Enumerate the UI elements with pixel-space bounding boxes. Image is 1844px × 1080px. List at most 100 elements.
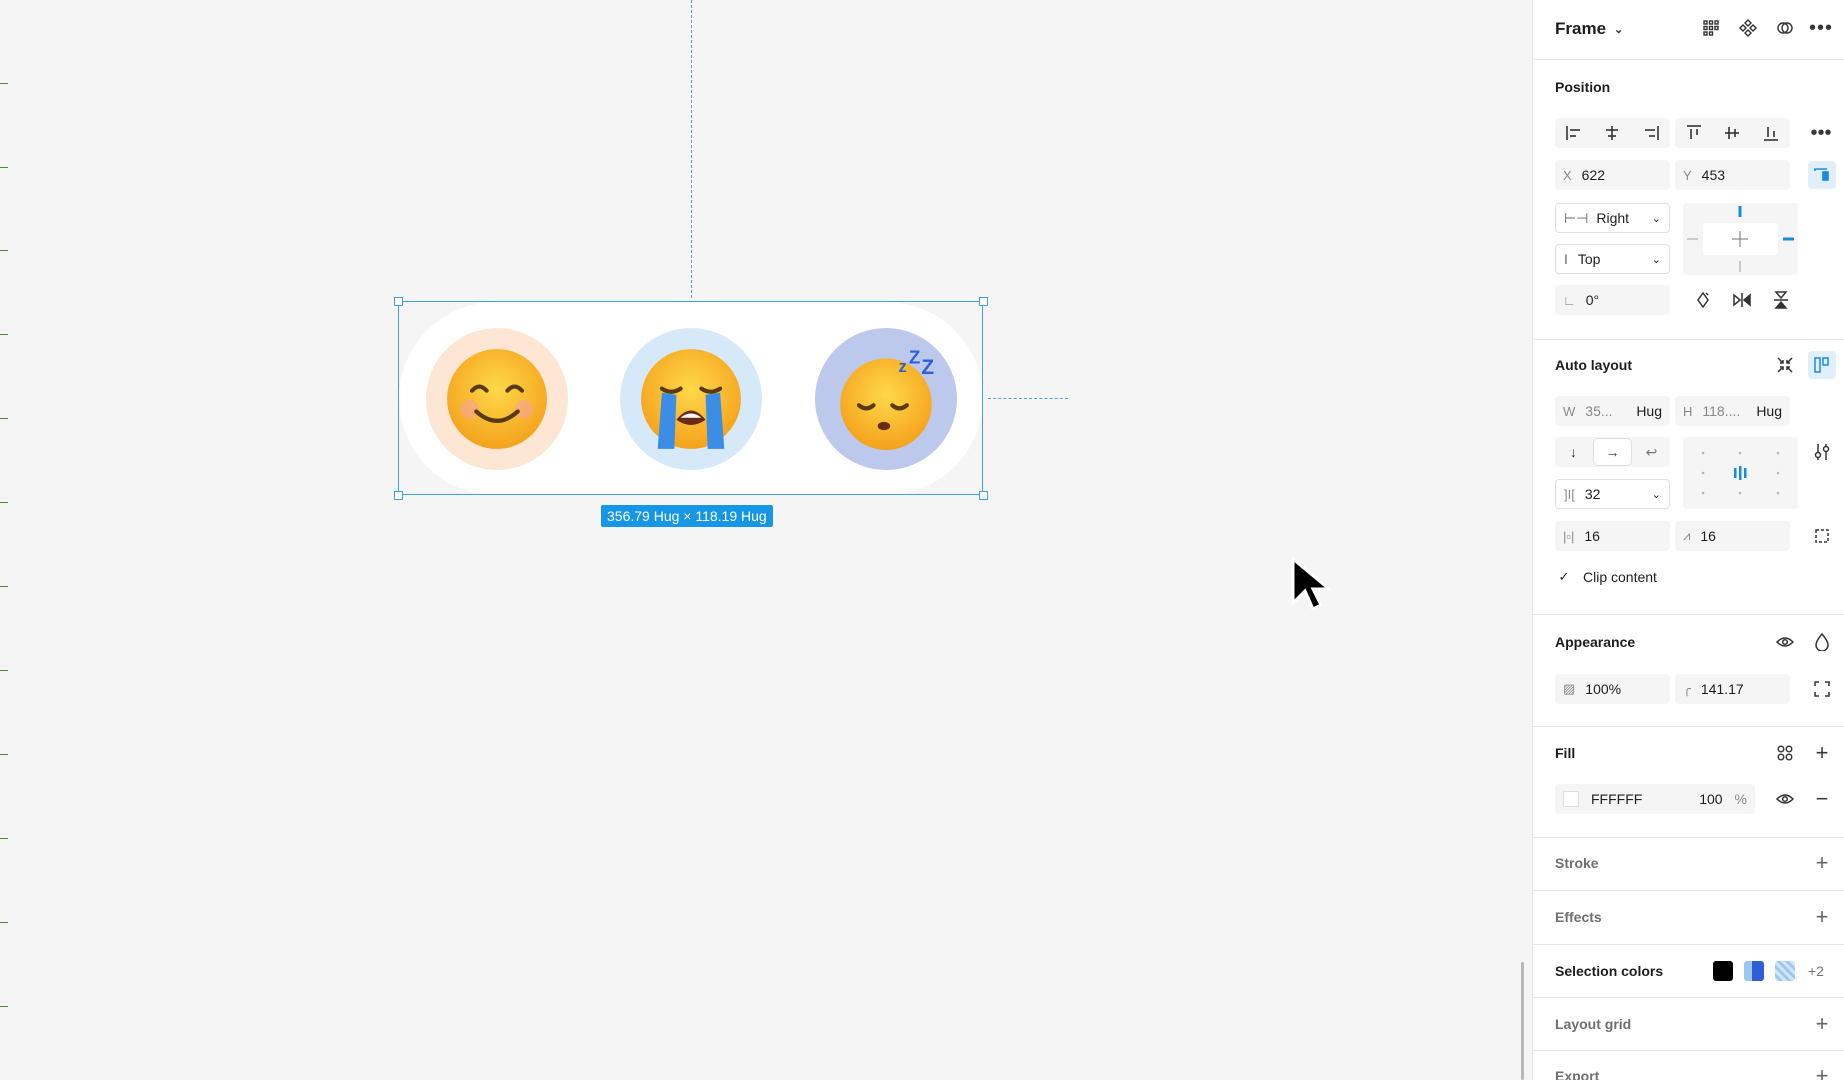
export-title: Export (1555, 1068, 1600, 1080)
fill-color-field[interactable]: FFFFFF 100 % (1555, 784, 1755, 814)
rotation-field[interactable]: ∟ 0° (1555, 285, 1670, 315)
wrap-icon[interactable]: ↩ (1633, 437, 1670, 467)
horizontal-constraint-icon: ⊢⊣ (1564, 209, 1589, 226)
chevron-down-icon: ⌄ (1651, 488, 1661, 501)
flip-horizontal-icon[interactable] (1728, 286, 1756, 314)
align-left-icon[interactable] (1555, 118, 1593, 148)
divider (1533, 944, 1844, 945)
gap-icon: ]I[ (1564, 486, 1575, 502)
height-field[interactable]: H 118.... Hug (1675, 396, 1790, 426)
alignment-grid[interactable] (1683, 437, 1798, 509)
flip-vertical-icon[interactable] (1767, 286, 1795, 314)
vertical-constraint-select[interactable]: I Top ⌄ (1555, 244, 1670, 274)
size-badge: 356.79 Hug × 118.19 Hug (601, 505, 773, 527)
selection-color-swatch[interactable] (1713, 961, 1733, 981)
h-label: H (1683, 403, 1693, 419)
padding-horizontal-field[interactable]: |▫| 16 (1555, 521, 1670, 551)
horizontal-constraint-value: Right (1596, 210, 1630, 226)
selection-color-swatch[interactable] (1744, 961, 1764, 981)
w-label: W (1563, 403, 1576, 419)
w-mode[interactable]: Hug (1636, 403, 1662, 419)
vertical-align-group (1675, 118, 1790, 148)
position-title: Position (1555, 79, 1611, 95)
horizontal-align-group (1555, 118, 1670, 148)
layout-settings-icon[interactable] (1808, 438, 1836, 466)
eye-icon[interactable] (1771, 628, 1799, 656)
horizontal-constraint-select[interactable]: ⊢⊣ Right ⌄ (1555, 203, 1670, 233)
selection-colors-title: Selection colors (1555, 963, 1664, 979)
mouse-cursor-icon (1291, 555, 1333, 612)
divider (1533, 890, 1844, 891)
frame-type-dropdown[interactable]: Frame ⌄ (1555, 19, 1623, 39)
more-align-icon[interactable]: ••• (1807, 119, 1835, 147)
constraint-widget[interactable] (1683, 203, 1798, 275)
add-export-icon[interactable]: + (1808, 1062, 1836, 1080)
eye-icon[interactable] (1771, 785, 1799, 813)
grid-icon[interactable] (1697, 14, 1725, 42)
absolute-position-icon[interactable] (1808, 161, 1836, 189)
divider (1533, 726, 1844, 727)
direction-horizontal-icon[interactable]: → (1594, 439, 1631, 465)
corner-radius-value: 141.17 (1700, 681, 1744, 697)
auto-layout-icon[interactable] (1808, 351, 1836, 379)
add-effect-icon[interactable]: + (1808, 903, 1836, 931)
resize-handle-top-right[interactable] (979, 297, 988, 306)
fill-hex: FFFFFF (1591, 791, 1643, 807)
more-options-icon[interactable]: ••• (1807, 14, 1835, 42)
width-field[interactable]: W 35... Hug (1555, 396, 1670, 426)
ruler-tick (0, 670, 8, 671)
design-canvas[interactable]: z Z Z 356.79 Hug × 118.19 Hug (0, 0, 1532, 1080)
direction-group: ↓ → ↩ (1555, 437, 1670, 467)
align-top-icon[interactable] (1675, 118, 1713, 148)
clip-content-checkbox[interactable]: ✓ Clip content (1555, 568, 1657, 586)
mask-icon[interactable] (1771, 14, 1799, 42)
gap-field[interactable]: ]I[ 32 ⌄ (1555, 479, 1670, 509)
resize-handle-bottom-right[interactable] (979, 491, 988, 500)
divider (1533, 997, 1844, 998)
align-bottom-icon[interactable] (1752, 118, 1790, 148)
vertical-constraint-icon: I (1564, 251, 1568, 267)
fill-title: Fill (1555, 745, 1576, 761)
corner-radius-field[interactable]: ╭ 141.17 (1675, 674, 1790, 704)
remove-fill-icon[interactable]: − (1808, 785, 1836, 813)
individual-padding-icon[interactable] (1808, 522, 1836, 550)
rotate-icon[interactable] (1689, 286, 1717, 314)
add-fill-icon[interactable]: + (1808, 739, 1836, 767)
resize-handle-top-left[interactable] (394, 297, 403, 306)
direction-vertical-icon[interactable]: ↓ (1555, 437, 1592, 467)
blend-mode-icon[interactable] (1808, 628, 1836, 656)
h-mode[interactable]: Hug (1756, 403, 1782, 419)
selection-color-swatch[interactable] (1775, 961, 1795, 981)
opacity-field[interactable]: ▨ 100% (1555, 674, 1670, 704)
rotation-value: 0° (1585, 292, 1600, 308)
divider (1533, 1050, 1844, 1051)
divider (1533, 837, 1844, 838)
align-right-icon[interactable] (1632, 118, 1670, 148)
selection-box[interactable] (398, 301, 983, 495)
add-stroke-icon[interactable]: + (1808, 849, 1836, 877)
ruler-tick (0, 1006, 8, 1007)
fill-swatch[interactable] (1563, 791, 1579, 807)
ruler-tick (0, 922, 8, 923)
x-position-field[interactable]: X 622 (1555, 160, 1670, 190)
independent-corners-icon[interactable] (1808, 675, 1836, 703)
x-value: 622 (1581, 167, 1606, 183)
align-middle-vertical-icon[interactable] (1713, 118, 1751, 148)
gap-value: 32 (1584, 486, 1601, 502)
collapse-icon[interactable] (1771, 351, 1799, 379)
padding-vertical-field[interactable]: ⩘ 16 (1675, 521, 1790, 551)
auto-layout-title: Auto layout (1555, 357, 1632, 373)
stroke-title: Stroke (1555, 855, 1599, 871)
style-library-icon[interactable] (1771, 739, 1799, 767)
corner-radius-icon: ╭ (1683, 681, 1691, 696)
more-colors-count[interactable]: +2 (1808, 963, 1824, 979)
layout-grid-title: Layout grid (1555, 1016, 1632, 1032)
align-center-horizontal-icon[interactable] (1593, 118, 1631, 148)
canvas-scrollbar[interactable] (1521, 962, 1524, 1080)
add-layout-grid-icon[interactable]: + (1808, 1010, 1836, 1038)
component-icon[interactable] (1734, 14, 1762, 42)
ruler-tick (0, 418, 8, 419)
padding-horizontal-value: 16 (1584, 528, 1600, 544)
y-position-field[interactable]: Y 453 (1675, 160, 1790, 190)
resize-handle-bottom-left[interactable] (394, 491, 403, 500)
